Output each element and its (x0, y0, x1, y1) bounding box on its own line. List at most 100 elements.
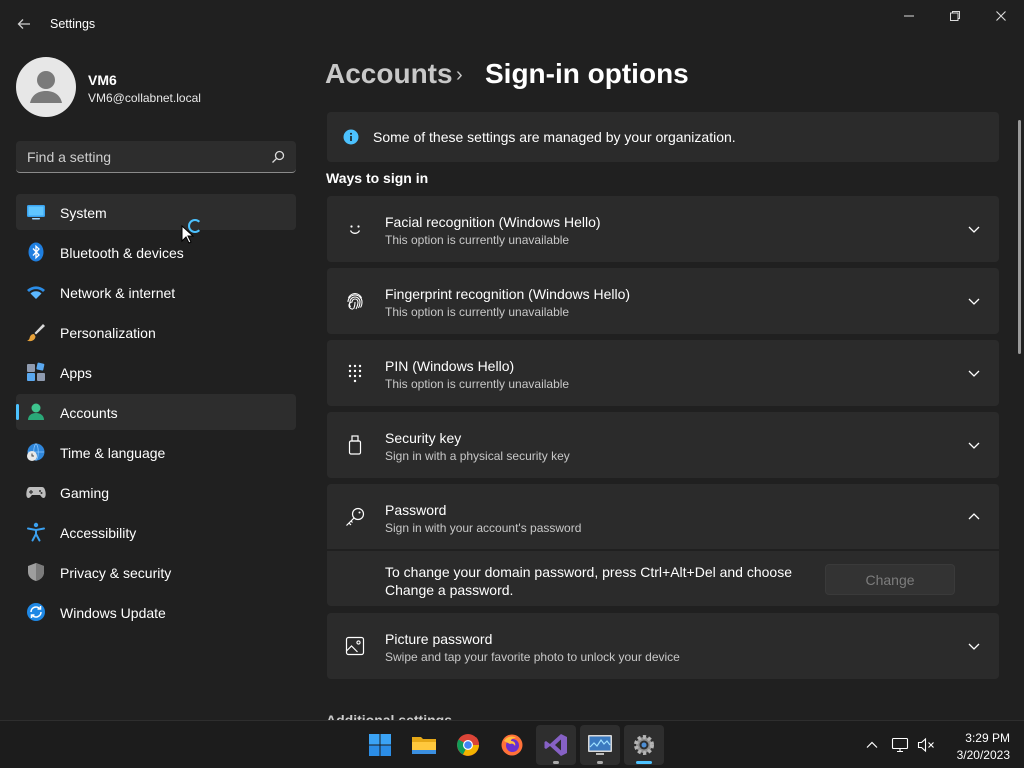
taskbar-start-button[interactable] (360, 725, 400, 765)
network-ethernet-icon (891, 737, 909, 753)
visual-studio-icon (544, 734, 567, 756)
taskbar-visual-studio[interactable] (536, 725, 576, 765)
chevron-down-icon[interactable] (967, 366, 981, 380)
taskbar-resource-monitor[interactable] (580, 725, 620, 765)
brush-icon (27, 324, 45, 342)
infobar-text: Some of these settings are managed by yo… (373, 129, 736, 145)
file-explorer-icon (412, 737, 436, 754)
chevron-down-icon[interactable] (967, 294, 981, 308)
busy-spinner-icon (188, 219, 202, 233)
avatar[interactable] (16, 57, 76, 117)
sidebar-item-apps[interactable]: Apps (16, 354, 296, 390)
firefox-icon (501, 734, 523, 756)
fingerprint-recognition-card[interactable]: Fingerprint recognition (Windows Hello) … (327, 268, 999, 334)
restore-button[interactable] (932, 0, 978, 32)
card-title: Fingerprint recognition (Windows Hello) (385, 286, 631, 302)
security-key-card[interactable]: Security key Sign in with a physical sec… (327, 412, 999, 478)
chevron-down-icon[interactable] (967, 639, 981, 653)
app-title: Settings (50, 17, 96, 31)
card-title: Password (385, 502, 447, 518)
back-button[interactable] (12, 10, 36, 38)
sidebar-item-label: Network & internet (60, 285, 176, 301)
sidebar-item-label: Accessibility (60, 525, 137, 541)
sidebar-item-bluetooth[interactable]: Bluetooth & devices (16, 234, 296, 270)
wifi-icon (27, 286, 45, 299)
apps-icon (27, 362, 45, 381)
picture-password-card[interactable]: Picture password Swipe and tap your favo… (327, 613, 999, 679)
card-title: Picture password (385, 631, 493, 647)
usb-key-icon (348, 435, 362, 455)
sidebar-item-label: System (60, 205, 107, 221)
sidebar-item-accessibility[interactable]: Accessibility (16, 514, 296, 550)
search-box (16, 141, 296, 173)
gamepad-icon (26, 487, 46, 498)
close-icon (996, 11, 1006, 21)
taskbar-file-explorer[interactable] (404, 725, 444, 765)
picture-icon (345, 636, 365, 656)
sidebar-item-label: Privacy & security (60, 565, 172, 581)
close-button[interactable] (978, 0, 1024, 32)
sidebar-item-label: Apps (60, 365, 92, 381)
sidebar-item-label: Time & language (60, 445, 166, 461)
breadcrumb-separator: › (456, 64, 463, 86)
key-icon (346, 507, 365, 526)
card-subtitle: This option is currently unavailable (385, 305, 570, 319)
sidebar-item-privacy-security[interactable]: Privacy & security (16, 554, 296, 590)
content-scrollbar[interactable] (1018, 120, 1021, 354)
person-icon (28, 403, 44, 420)
sidebar-item-label: Accounts (60, 405, 118, 421)
breadcrumb-parent[interactable]: Accounts (325, 58, 453, 90)
change-password-button[interactable]: Change (825, 564, 955, 595)
start-icon (369, 734, 391, 756)
running-indicator (597, 761, 603, 764)
sidebar-item-label: Gaming (60, 485, 110, 501)
card-title: Security key (385, 430, 462, 446)
sidebar-item-system[interactable]: System (16, 194, 296, 230)
sidebar-item-personalization[interactable]: Personalization (16, 314, 296, 350)
taskbar-settings[interactable] (624, 725, 664, 765)
chevron-up-icon[interactable] (967, 510, 981, 524)
tray-network[interactable] (890, 735, 910, 755)
sidebar-item-label: Personalization (60, 325, 156, 341)
card-title: Facial recognition (Windows Hello) (385, 214, 601, 230)
taskbar-chrome[interactable] (448, 725, 488, 765)
volume-muted-icon (917, 737, 934, 753)
resource-monitor-icon (588, 735, 612, 755)
facial-recognition-card[interactable]: Facial recognition (Windows Hello) This … (327, 196, 999, 262)
chevron-up-icon (866, 741, 878, 748)
restore-icon (950, 11, 960, 21)
card-subtitle: Sign in with your account's password (385, 521, 582, 535)
smile-icon (349, 225, 361, 234)
tray-volume[interactable] (916, 735, 936, 755)
chevron-down-icon[interactable] (967, 222, 981, 236)
running-indicator (553, 761, 559, 764)
taskbar: 3:29 PM 3/20/2023 (0, 720, 1024, 768)
taskbar-clock-date[interactable]: 3/20/2023 (940, 748, 1010, 762)
taskbar-clock-time[interactable]: 3:29 PM (940, 731, 1010, 745)
sidebar-item-accounts[interactable]: Accounts (16, 394, 296, 430)
search-icon[interactable] (270, 149, 286, 165)
sidebar-item-network[interactable]: Network & internet (16, 274, 296, 310)
tray-overflow-button[interactable] (862, 735, 882, 755)
pin-card[interactable]: PIN (Windows Hello) This option is curre… (327, 340, 999, 406)
card-title: PIN (Windows Hello) (385, 358, 515, 374)
minimize-button[interactable] (886, 0, 932, 32)
sidebar-item-gaming[interactable]: Gaming (16, 474, 296, 510)
card-subtitle: This option is currently unavailable (385, 233, 570, 247)
chevron-down-icon[interactable] (967, 438, 981, 452)
minimize-icon (904, 15, 914, 17)
password-card[interactable]: Password Sign in with your account's pas… (327, 484, 999, 549)
sidebar-item-windows-update[interactable]: Windows Update (16, 594, 296, 630)
password-card-details: To change your domain password, press Ct… (327, 551, 999, 606)
sidebar-item-label: Windows Update (60, 605, 166, 621)
taskbar-firefox[interactable] (492, 725, 532, 765)
keypad-icon (348, 364, 362, 383)
info-icon (343, 129, 359, 145)
search-input[interactable] (16, 141, 266, 172)
shield-icon (28, 563, 44, 581)
password-change-instructions: To change your domain password, press Ct… (385, 564, 792, 598)
user-name: VM6 (88, 72, 117, 88)
update-icon (27, 603, 45, 621)
sidebar-nav: System Bluetooth & devices Network & int… (16, 194, 296, 634)
sidebar-item-time-language[interactable]: Time & language (16, 434, 296, 470)
